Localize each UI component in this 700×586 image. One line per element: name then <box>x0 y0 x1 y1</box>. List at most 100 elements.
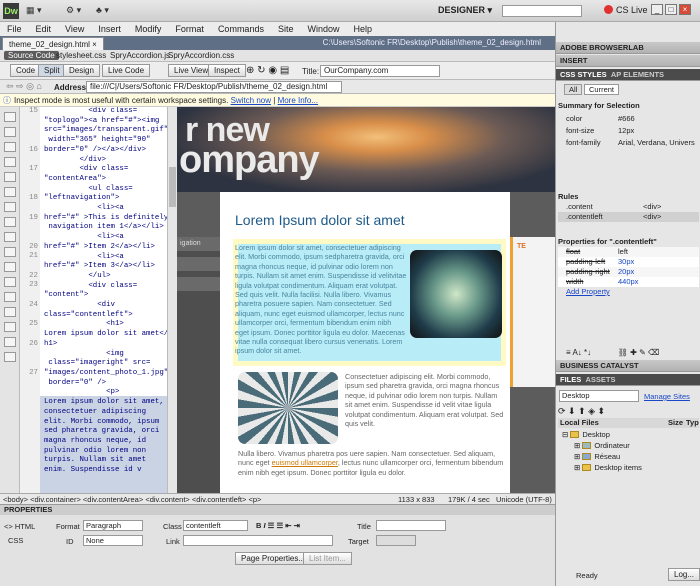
menu-help[interactable]: Help <box>346 22 379 36</box>
rule-row[interactable]: .content <div> <box>558 202 699 212</box>
summary-row[interactable]: font-size 12px <box>558 126 699 136</box>
code-line[interactable]: "leftnavigation"> <box>44 194 166 204</box>
wrap-tag-icon[interactable] <box>4 277 16 287</box>
related-file-stylesheet[interactable]: stylesheet.css <box>56 51 106 60</box>
code-line[interactable]: sed pharetra gravida, orci <box>44 427 166 437</box>
apply-comment-icon[interactable] <box>4 247 16 257</box>
nav-item[interactable] <box>177 277 220 291</box>
design-view-button[interactable]: Design <box>63 64 100 77</box>
site-select[interactable]: Desktop <box>559 390 639 402</box>
code-line[interactable]: <li><a <box>44 253 166 263</box>
menu-modify[interactable]: Modify <box>128 22 169 36</box>
page-properties-button[interactable]: Page Properties... <box>235 552 312 565</box>
code-line[interactable]: <div class= <box>44 107 166 117</box>
address-input[interactable]: file:///C|/Users/Softonic FR/Desktop/Pub… <box>86 81 342 93</box>
indent-icon[interactable] <box>4 322 16 332</box>
code-line[interactable]: enim. Suspendisse id v <box>44 466 166 476</box>
menu-edit[interactable]: Edit <box>29 22 59 36</box>
tag-selector[interactable]: <body> <div.container> <div.contentArea>… <box>3 495 261 504</box>
euismod-link[interactable]: euismod ullamcorper <box>272 458 338 467</box>
property-row[interactable]: width 440px <box>558 277 699 287</box>
layout-menu-icon[interactable]: ▦ ▾ <box>26 5 42 16</box>
format-source-icon[interactable] <box>4 352 16 362</box>
code-view-button[interactable]: Code <box>10 64 42 77</box>
business-catalyst-header[interactable]: BUSINESS CATALYST <box>556 360 700 372</box>
workspace-switcher[interactable]: DESIGNER ▾ <box>438 5 492 16</box>
extend-icon[interactable]: ♣ ▾ <box>96 5 109 16</box>
format-select[interactable]: Paragraph <box>83 520 143 531</box>
summary-row[interactable]: color #666 <box>558 114 699 124</box>
menu-commands[interactable]: Commands <box>211 22 271 36</box>
code-line[interactable]: width="365" height="90" <box>44 136 166 146</box>
code-line[interactable]: "toplogo"><a href="#"><img <box>44 117 166 127</box>
menu-insert[interactable]: Insert <box>91 22 128 36</box>
menu-file[interactable]: File <box>0 22 29 36</box>
code-line[interactable]: Lorem ipsum dolor sit amet</ <box>44 330 167 340</box>
browserlab-panel-header[interactable]: ADOBE BROWSERLAB <box>556 42 700 54</box>
files-tab[interactable]: FILES <box>560 375 581 384</box>
design-view[interactable]: r new ompany igation Lorem Ipsum dolor si… <box>177 107 555 493</box>
css-panel-toolbar-icons[interactable]: ≡ A↓ *↓ ⛓ ✚ ✎ ⌫ <box>566 348 659 357</box>
code-line[interactable]: class="imageright" src= <box>44 359 166 369</box>
syntax-error-icon[interactable] <box>4 232 16 242</box>
properties-title[interactable]: PROPERTIES <box>0 505 555 515</box>
code-line[interactable]: "contentArea"> <box>44 175 166 185</box>
manage-sites-link[interactable]: Manage Sites <box>644 392 690 401</box>
code-line[interactable]: consectetuer adipiscing <box>44 408 166 418</box>
related-file-source[interactable]: Source Code <box>4 51 59 60</box>
summary-row[interactable]: font-family Arial, Verdana, Univers <box>558 138 699 148</box>
id-select[interactable]: None <box>83 535 143 546</box>
code-line[interactable]: <ul class= <box>44 185 166 195</box>
css-current-tab[interactable]: Current <box>584 84 620 95</box>
title-input[interactable]: OurCompany.com <box>320 65 440 77</box>
tree-item-reseau[interactable]: ⊞ Réseau <box>574 452 620 461</box>
target-select[interactable] <box>376 535 416 546</box>
property-row[interactable]: padding-left 30px <box>558 257 699 267</box>
title-input[interactable] <box>376 520 446 531</box>
live-code-button[interactable]: Live Code <box>102 64 151 77</box>
bold-button[interactable]: B I ☰ ☰ ⇤ ⇥ <box>256 521 300 530</box>
code-line[interactable]: <li><a <box>44 233 166 243</box>
code-line[interactable]: class="contentleft"> <box>44 311 166 321</box>
html-mode-button[interactable]: <> HTML <box>4 522 35 531</box>
code-line[interactable]: href="#" >Item 3</a></li> <box>44 262 166 272</box>
rule-row-selected[interactable]: .contentleft <div> <box>558 212 699 222</box>
tree-item-desktop[interactable]: ⊟ Desktop <box>562 430 610 439</box>
code-line[interactable]: src="images/transparent.gif" <box>44 126 167 136</box>
maximize-button[interactable]: □ <box>665 4 677 15</box>
code-line[interactable]: <div <box>44 301 166 311</box>
code-line[interactable]: <div class= <box>44 165 166 175</box>
code-line[interactable]: pulvinar odio lorem non <box>44 447 166 457</box>
class-select[interactable]: contentleft <box>183 520 248 531</box>
gear-icon[interactable]: ⚙ ▾ <box>66 5 81 16</box>
code-line[interactable]: elit. Morbi commodo, ipsum <box>44 418 166 428</box>
log-button[interactable]: Log... <box>668 568 700 581</box>
search-input[interactable] <box>502 5 582 17</box>
cs-live-button[interactable]: CS Live <box>604 5 648 15</box>
scrollbar-thumb[interactable] <box>169 167 176 207</box>
open-documents-icon[interactable] <box>4 112 16 122</box>
menu-format[interactable]: Format <box>168 22 211 36</box>
code-line[interactable]: border="0" /> <box>44 379 166 389</box>
collapse-tag-icon[interactable] <box>4 127 16 137</box>
css-styles-tab[interactable]: CSS STYLES <box>560 70 607 79</box>
code-line[interactable]: <img <box>44 350 166 360</box>
related-file-spry-css[interactable]: SpryAccordion.css <box>168 51 234 60</box>
code-line[interactable]: border="0" /></a></div> <box>44 146 166 156</box>
code-line[interactable]: <li><a <box>44 204 166 214</box>
highlight-invalid-icon[interactable] <box>4 217 16 227</box>
property-row[interactable]: padding-right 20px <box>558 267 699 277</box>
tree-item-desktop-items[interactable]: ⊞ Desktop items <box>574 463 642 472</box>
css-all-tab[interactable]: All <box>564 84 583 95</box>
window-size[interactable]: 1133 x 833 <box>398 495 435 504</box>
code-line[interactable]: "images/content_photo_1.jpg" <box>44 369 167 379</box>
related-file-spry-js[interactable]: SpryAccordion.js <box>110 51 170 60</box>
code-line[interactable]: href="#" >This is definitely <box>44 214 167 224</box>
nav-arrows-icon[interactable]: ⇦ ⇨ ◎ ⌂ <box>6 81 42 92</box>
code-line[interactable]: </div> <box>44 156 166 166</box>
code-scrollbar[interactable] <box>167 107 177 493</box>
code-line[interactable]: "content"> <box>44 291 166 301</box>
files-toolbar-icons[interactable]: ⟳ ⬇ ⬆ ◈ ⬍ <box>558 406 605 417</box>
inspect-button[interactable]: Inspect <box>208 64 246 77</box>
nav-item[interactable]: igation <box>177 237 220 251</box>
